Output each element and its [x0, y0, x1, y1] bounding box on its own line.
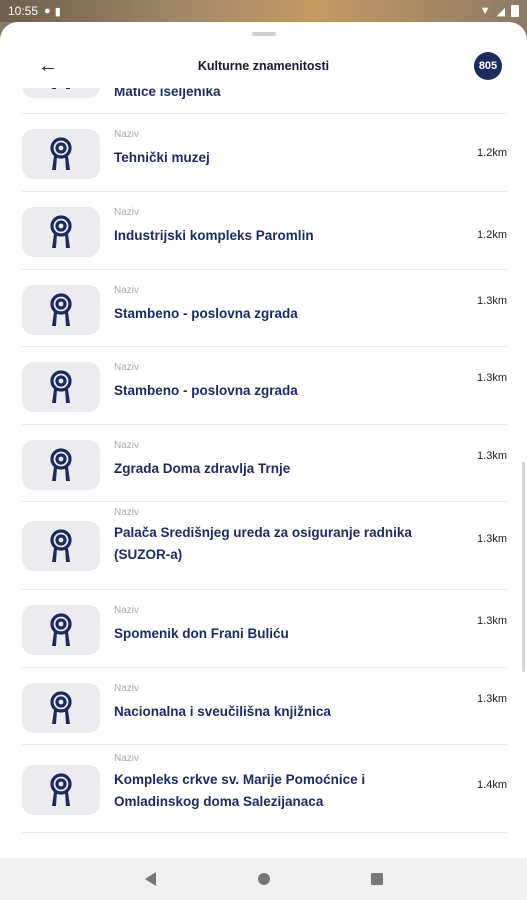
thumbnail: [22, 88, 100, 98]
status-bar: 10:55 ● ▮ ▼ ◢: [0, 0, 527, 22]
distance: 1.4km: [477, 779, 507, 791]
thumbnail: [22, 521, 100, 571]
item-name: Kompleks crkve sv. Marije Pomoćnice i Om…: [114, 772, 366, 809]
field-label: Naziv: [114, 207, 140, 218]
distance: 1.3km: [477, 372, 507, 384]
distance: 1.3km: [477, 450, 507, 462]
header: ← Kulturne znamenitosti 805: [0, 48, 527, 88]
list-item[interactable]: Naziv Stambeno - poslovna zgrada 1.3km: [22, 347, 507, 425]
item-name: Palača Središnjeg ureda za osiguranje ra…: [114, 525, 412, 562]
list-item[interactable]: Naziv Stambeno - poslovna zgrada 1.3km: [22, 270, 507, 347]
field-label: Naziv: [114, 129, 140, 140]
list-item[interactable]: Naziv Nacionalna i sveučilišna knjižnica…: [22, 668, 507, 745]
nav-back-icon[interactable]: [145, 872, 156, 886]
item-name: Matice iseljenika: [114, 88, 221, 99]
thumbnail: [22, 765, 100, 815]
item-name: Nacionalna i sveučilišna knjižnica: [114, 704, 331, 719]
landmark-icon: [50, 448, 72, 481]
field-label: Naziv: [114, 507, 140, 518]
thumbnail: [22, 605, 100, 655]
list-item[interactable]: Naziv Spomenik don Frani Buliću 1.3km: [22, 590, 507, 668]
list-item[interactable]: Matice iseljenika: [22, 88, 507, 114]
item-name: Industrijski kompleks Paromlin: [114, 228, 314, 243]
list-item[interactable]: Naziv Industrijski kompleks Paromlin 1.2…: [22, 192, 507, 270]
field-label: Naziv: [114, 285, 140, 296]
landmark-icon: [50, 613, 72, 646]
landmark-icon: [50, 691, 72, 724]
sd-card-icon: ▮: [54, 5, 61, 18]
page-title: Kulturne znamenitosti: [197, 59, 330, 73]
p-notification-icon: ●: [44, 5, 51, 17]
item-name: Stambeno - poslovna zgrada: [114, 383, 298, 398]
landmark-icon: [50, 529, 72, 562]
distance: 1.3km: [477, 295, 507, 307]
drag-handle[interactable]: [252, 32, 276, 36]
field-label: Naziv: [114, 683, 140, 694]
item-name: Zgrada Doma zdravlja Trnje: [114, 461, 291, 476]
thumbnail: [22, 440, 100, 490]
distance: 1.2km: [477, 147, 507, 159]
list-item[interactable]: Naziv Palača Središnjeg ureda za osigura…: [22, 502, 507, 590]
thumbnail: [22, 362, 100, 412]
list-item[interactable]: Naziv Zgrada Doma zdravlja Trnje 1.3km: [22, 425, 507, 502]
distance: 1.3km: [477, 693, 507, 705]
landmark-icon: [52, 88, 70, 89]
item-name: Stambeno - poslovna zgrada: [114, 306, 298, 321]
distance: 1.2km: [477, 229, 507, 241]
landmark-icon: [50, 293, 72, 326]
item-name: Tehnički muzej: [114, 150, 210, 165]
landmark-icon: [50, 773, 72, 806]
list-item[interactable]: Naziv Kompleks crkve sv. Marije Pomoćnic…: [22, 745, 507, 833]
nav-recents-icon[interactable]: [371, 873, 383, 885]
nav-home-icon[interactable]: [258, 873, 270, 885]
status-time: 10:55: [8, 4, 39, 18]
battery-icon: [511, 5, 519, 17]
field-label: Naziv: [114, 753, 140, 764]
thumbnail: [22, 129, 100, 179]
scrollbar[interactable]: [522, 462, 525, 672]
thumbnail: [22, 207, 100, 257]
thumbnail: [22, 683, 100, 733]
landmark-list: Matice iseljenika Naziv Tehnički muzej 1…: [0, 88, 527, 858]
count-badge: 805: [474, 52, 502, 80]
bottom-sheet: ← Kulturne znamenitosti 805 Matice iselj…: [0, 22, 527, 858]
landmark-icon: [50, 137, 72, 170]
system-nav-bar: [0, 858, 527, 900]
distance: 1.3km: [477, 615, 507, 627]
list-item[interactable]: Naziv Tehnički muzej 1.2km: [22, 114, 507, 192]
thumbnail: [22, 285, 100, 335]
field-label: Naziv: [114, 440, 140, 451]
landmark-icon: [50, 370, 72, 403]
signal-icon: ◢: [496, 5, 505, 18]
field-label: Naziv: [114, 605, 140, 616]
distance: 1.3km: [477, 533, 507, 545]
item-name: Spomenik don Frani Buliću: [114, 626, 289, 641]
landmark-icon: [50, 215, 72, 248]
field-label: Naziv: [114, 362, 140, 373]
wifi-icon: ▼: [479, 5, 491, 17]
